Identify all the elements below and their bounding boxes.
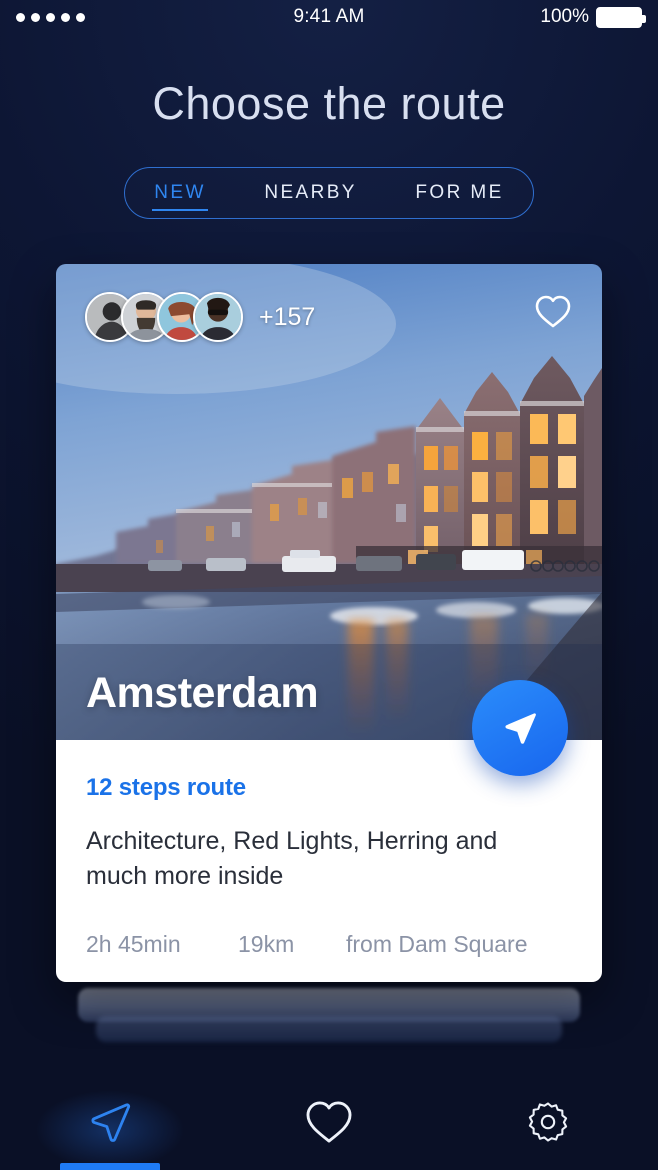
participant-avatars[interactable]: +157	[85, 292, 315, 342]
route-photo: +157 Amsterdam	[56, 264, 602, 740]
status-bar: 9:41 AM 100%	[0, 0, 658, 34]
stacked-card-peek-2	[96, 1016, 562, 1042]
app-root: 9:41 AM 100% Choose the route NEW NEARBY…	[0, 0, 658, 1170]
navigate-arrow-icon	[91, 1103, 130, 1142]
gear-icon	[529, 1102, 568, 1142]
nav-item-settings[interactable]	[439, 1074, 658, 1170]
tab-for-me[interactable]: FOR ME	[413, 178, 505, 208]
route-duration: 2h 45min	[86, 931, 181, 957]
page-title: Choose the route	[152, 78, 506, 129]
tab-nearby[interactable]: NEARBY	[262, 178, 359, 208]
avatar	[193, 292, 243, 342]
active-tab-indicator	[59, 1163, 160, 1170]
nav-item-favorites[interactable]	[219, 1074, 438, 1170]
route-filter-tabs: NEW NEARBY FOR ME	[124, 167, 534, 219]
start-route-button[interactable]	[472, 680, 568, 776]
heart-outline-icon	[306, 1101, 352, 1143]
battery-status: 100%	[540, 6, 646, 28]
route-steps-label: 12 steps route	[86, 774, 246, 801]
route-meta: 2h 45min 19km from Dam Square	[86, 931, 572, 958]
route-description: Architecture, Red Lights, Herring and mu…	[86, 827, 498, 890]
avatar-overflow-count: +157	[259, 302, 316, 331]
favorite-button[interactable]	[532, 290, 574, 332]
nav-item-routes[interactable]	[0, 1074, 219, 1170]
route-card[interactable]: +157 Amsterdam 12 steps route Architectu…	[56, 264, 602, 982]
route-distance: 19km	[238, 931, 295, 957]
battery-percent-label: 100%	[540, 6, 589, 27]
route-start-point: from Dam Square	[346, 931, 528, 957]
route-details: 12 steps route Architecture, Red Lights,…	[56, 740, 602, 982]
heart-outline-icon	[535, 295, 571, 327]
battery-full-icon	[596, 6, 646, 28]
tab-new[interactable]: NEW	[152, 178, 208, 211]
navigate-arrow-icon	[505, 713, 536, 744]
city-name: Amsterdam	[86, 669, 319, 717]
bottom-navigation	[0, 1074, 658, 1170]
